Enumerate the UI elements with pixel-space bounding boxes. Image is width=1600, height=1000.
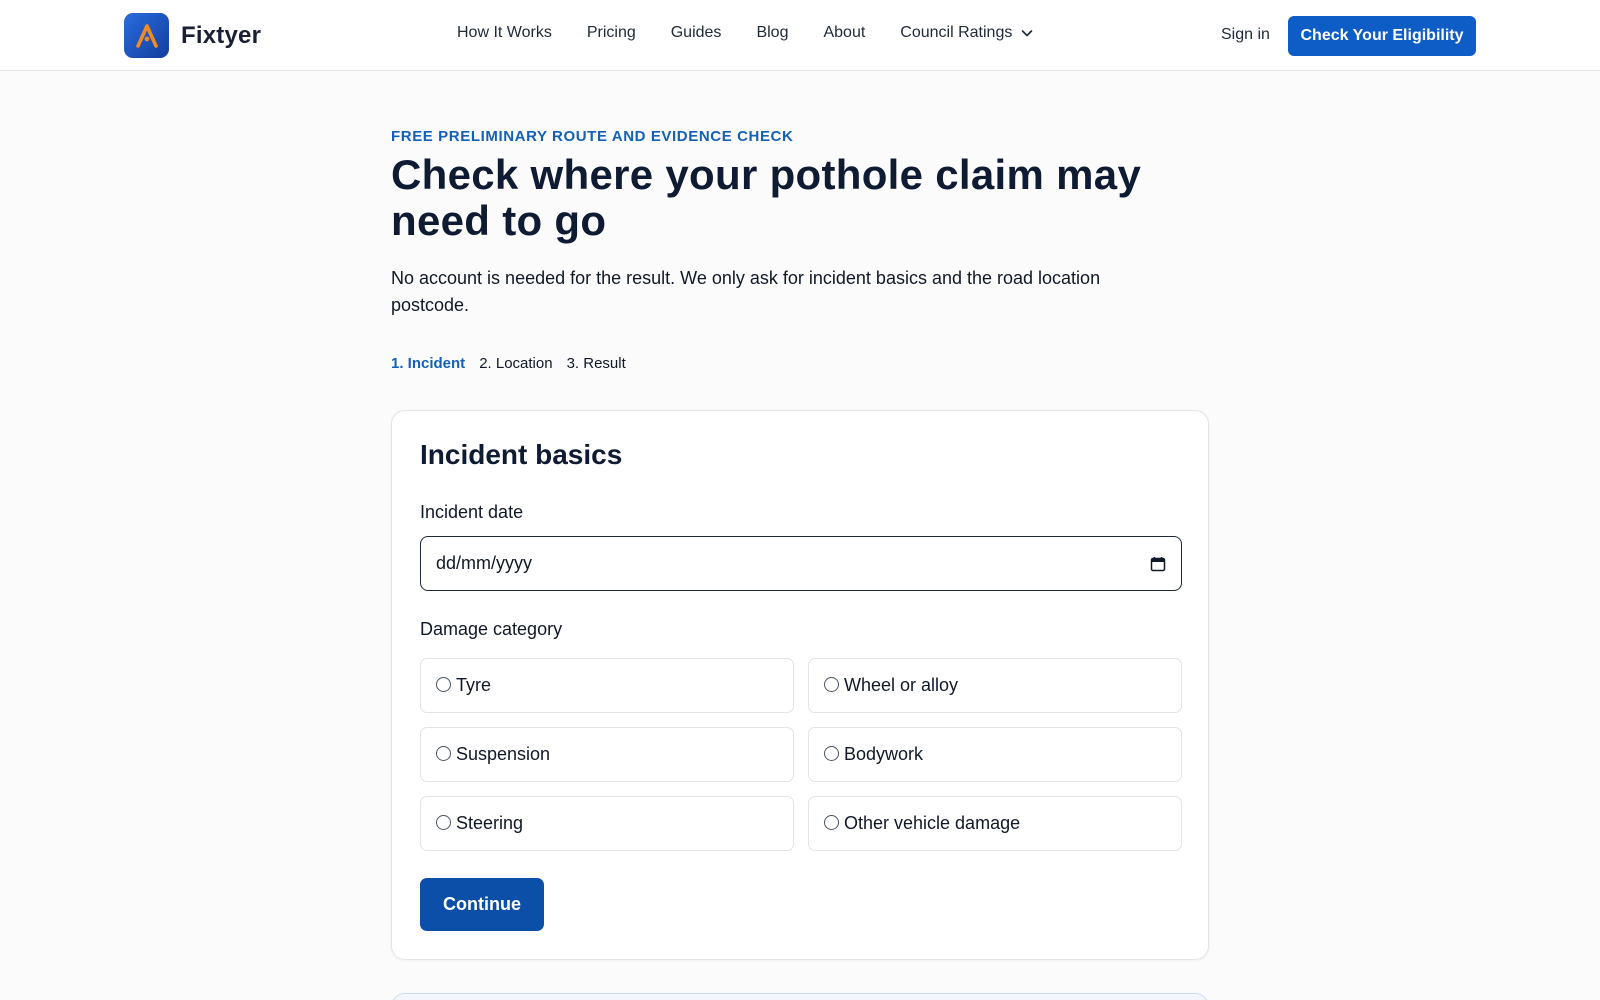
- calendar-icon[interactable]: [1150, 556, 1166, 572]
- brand-logo-link[interactable]: Fixtyer: [124, 13, 261, 58]
- step-result[interactable]: 3. Result: [567, 355, 626, 372]
- option-tyre[interactable]: Tyre: [420, 658, 794, 713]
- option-steering[interactable]: Steering: [420, 796, 794, 851]
- next-section-card: [391, 993, 1209, 1000]
- nav-about[interactable]: About: [823, 24, 865, 42]
- option-suspension[interactable]: Suspension: [420, 727, 794, 782]
- site-header: Fixtyer How It Works Pricing Guides Blog…: [0, 0, 1600, 71]
- main-nav: How It Works Pricing Guides Blog About C…: [457, 24, 1034, 42]
- radio-bodywork[interactable]: [824, 746, 839, 761]
- step-incident[interactable]: 1. Incident: [391, 355, 465, 372]
- option-label: Suspension: [456, 744, 551, 764]
- option-label: Wheel or alloy: [844, 675, 959, 695]
- nav-guides[interactable]: Guides: [671, 24, 722, 42]
- incident-form-card: Incident basics Incident date Damage cat…: [391, 410, 1209, 960]
- nav-pricing[interactable]: Pricing: [587, 24, 636, 42]
- hero-description: No account is needed for the result. We …: [391, 268, 1101, 315]
- step-indicator: 1. Incident 2. Location 3. Result: [391, 355, 640, 372]
- step-location[interactable]: 2. Location: [479, 355, 552, 372]
- incident-date-field[interactable]: [420, 536, 1182, 591]
- incident-date-input[interactable]: [436, 553, 1150, 574]
- option-other-vehicle-damage[interactable]: Other vehicle damage: [808, 796, 1182, 851]
- option-bodywork[interactable]: Bodywork: [808, 727, 1182, 782]
- page-title: Check where your pothole claim may need …: [391, 151, 1142, 244]
- brand-name: Fixtyer: [181, 21, 262, 49]
- hero-eyebrow: FREE PRELIMINARY ROUTE AND EVIDENCE CHEC…: [391, 128, 794, 145]
- check-eligibility-button[interactable]: Check Your Eligibility: [1288, 16, 1476, 56]
- radio-tyre[interactable]: [436, 677, 451, 692]
- nav-council-ratings-dropdown[interactable]: Council Ratings: [900, 24, 1034, 42]
- damage-category-options: Tyre Wheel or alloy Suspension Bodywork …: [420, 658, 1182, 851]
- fixtyer-logo-icon: [124, 13, 169, 58]
- option-label: Steering: [456, 813, 524, 833]
- option-label: Bodywork: [844, 744, 924, 764]
- form-title: Incident basics: [420, 439, 623, 470]
- nav-council-ratings-label: Council Ratings: [900, 24, 1013, 41]
- radio-steering[interactable]: [436, 815, 451, 830]
- nav-how-it-works[interactable]: How It Works: [457, 24, 552, 42]
- option-label: Other vehicle damage: [844, 813, 1021, 833]
- option-label: Tyre: [456, 675, 492, 695]
- radio-wheel-or-alloy[interactable]: [824, 677, 839, 692]
- nav-blog[interactable]: Blog: [756, 24, 788, 42]
- chevron-down-icon: [1020, 26, 1034, 40]
- sign-in-link[interactable]: Sign in: [1221, 26, 1270, 44]
- damage-category-label: Damage category: [420, 619, 563, 639]
- option-wheel-or-alloy[interactable]: Wheel or alloy: [808, 658, 1182, 713]
- continue-button[interactable]: Continue: [420, 878, 544, 931]
- radio-other-vehicle-damage[interactable]: [824, 815, 839, 830]
- incident-date-label: Incident date: [420, 502, 524, 522]
- radio-suspension[interactable]: [436, 746, 451, 761]
